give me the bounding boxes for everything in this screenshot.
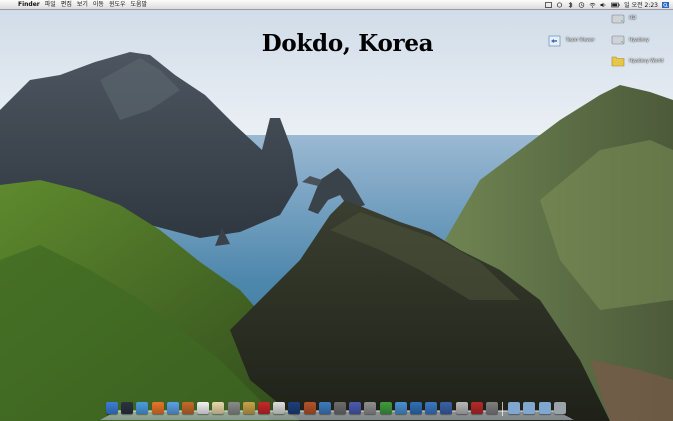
desktop-icon-label: HD: [629, 16, 636, 21]
menu-extras: 일 오전 2:23: [545, 0, 669, 9]
utility-icon[interactable]: [486, 402, 498, 414]
hard-drive-icon[interactable]: [611, 33, 625, 47]
time-machine-menu-icon[interactable]: [578, 1, 585, 8]
downloads-folder-icon[interactable]: [538, 402, 551, 414]
app-icon[interactable]: [318, 402, 331, 414]
desktop[interactable]: Finder 파일 편집 보기 이동 윈도우 도움말 일 오전 2:23 Dok…: [0, 0, 673, 421]
menu-finder[interactable]: Finder: [18, 0, 40, 9]
time-machine-icon[interactable]: [394, 402, 407, 414]
wallpaper-title: Dokdo, Korea: [261, 30, 434, 57]
pdf-icon[interactable]: [258, 402, 270, 414]
volume-icon[interactable]: [600, 2, 607, 8]
status-menu-icon[interactable]: [545, 1, 552, 8]
menu-bar: Finder 파일 편집 보기 이동 윈도우 도움말 일 오전 2:23: [0, 0, 673, 10]
menu-clock[interactable]: 일 오전 2:23: [624, 0, 658, 9]
wifi-icon[interactable]: [589, 2, 596, 8]
firefox-icon[interactable]: [151, 402, 164, 414]
document-icon[interactable]: [273, 402, 286, 414]
battery-icon[interactable]: [611, 2, 620, 8]
documents-folder-icon[interactable]: [523, 402, 536, 414]
menu-file[interactable]: 파일: [45, 0, 56, 9]
system-preferences-icon[interactable]: [227, 402, 240, 414]
script-icon[interactable]: [334, 402, 346, 414]
bridge-icon[interactable]: [303, 402, 316, 414]
dashboard-icon[interactable]: [121, 402, 134, 414]
photoshop-icon[interactable]: [288, 402, 301, 414]
desktop-icon-label: Hyadeny: [629, 38, 649, 43]
photo-icon[interactable]: [182, 402, 194, 414]
palette-icon[interactable]: [349, 402, 362, 414]
menu-window[interactable]: 윈도우: [109, 0, 126, 9]
desktop-icon-label: Hyadeny World: [629, 59, 664, 64]
dock: [100, 398, 574, 420]
finder-icon[interactable]: [106, 402, 118, 414]
folder-icon[interactable]: [611, 54, 625, 68]
activity-icon[interactable]: [470, 402, 483, 414]
dock-separator: [502, 402, 504, 416]
wallpaper: [0, 0, 673, 421]
menu-go[interactable]: 이동: [93, 0, 104, 9]
sync-icon[interactable]: [556, 1, 563, 8]
applications-folder-icon[interactable]: [508, 402, 521, 414]
globe-icon[interactable]: [410, 402, 422, 414]
safari-icon[interactable]: [136, 402, 149, 414]
itunes-icon[interactable]: [166, 402, 179, 414]
preview-icon[interactable]: [212, 402, 225, 414]
calendar-icon[interactable]: [440, 402, 453, 414]
menu-edit[interactable]: 편집: [61, 0, 72, 9]
spotlight-icon[interactable]: [662, 1, 669, 8]
bluetooth-icon[interactable]: [567, 1, 574, 8]
chat-icon[interactable]: [379, 402, 392, 414]
cd-icon[interactable]: [455, 402, 468, 414]
ical-icon[interactable]: [197, 402, 210, 414]
trash-icon[interactable]: [553, 402, 566, 414]
tools-icon[interactable]: [364, 402, 377, 414]
menu-help[interactable]: 도움말: [131, 0, 148, 9]
teamviewer-icon[interactable]: [548, 34, 562, 48]
hard-drive-icon[interactable]: [611, 12, 625, 26]
menu-view[interactable]: 보기: [77, 0, 88, 9]
desktop-icon-label: Team Viewer: [566, 38, 595, 43]
pencil-icon[interactable]: [242, 402, 255, 414]
app-store-icon[interactable]: [425, 402, 438, 414]
